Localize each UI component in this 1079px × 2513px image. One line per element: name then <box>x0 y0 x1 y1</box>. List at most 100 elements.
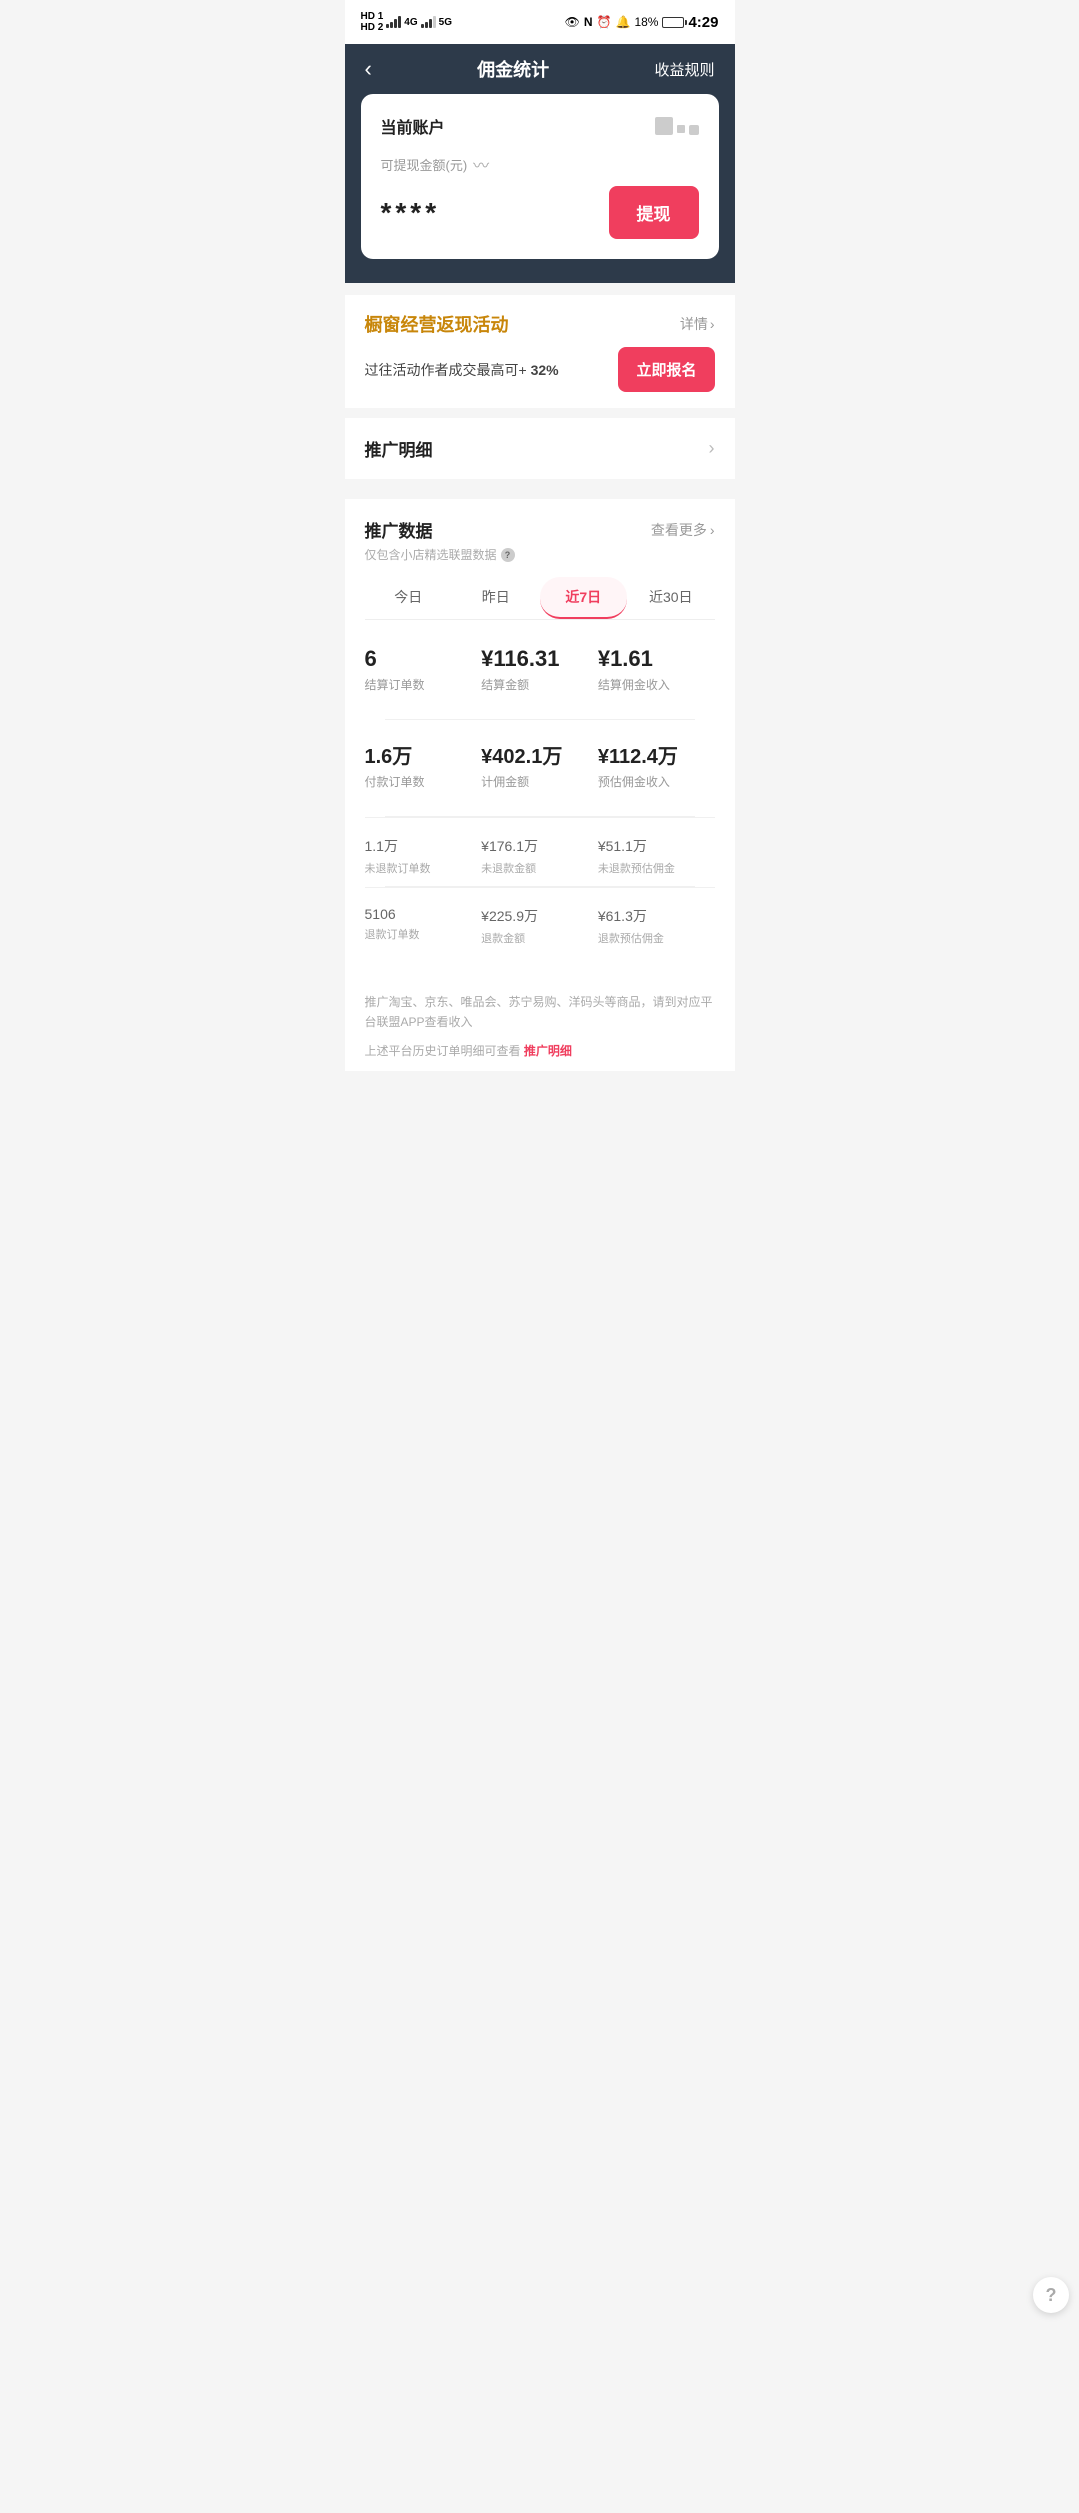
stats-row-2: 1.6万 付款订单数 ¥402.1万 计佣金额 ¥112.4万 预估佣金收入 <box>365 730 715 806</box>
n-icon: N <box>584 15 593 29</box>
promo-detail-link[interactable]: 详情 › <box>680 314 715 334</box>
tab-7days[interactable]: 近7日 <box>540 577 628 619</box>
promotion-detail-label: 推广明细 <box>365 436 433 461</box>
divider-1 <box>345 408 735 418</box>
data-more-link[interactable]: 查看更多 › <box>651 520 715 540</box>
status-right: 👁 N ⏰ 🔔 18% 4:29 <box>565 14 719 31</box>
stat-value-refund-amount: ¥225.9万 <box>481 906 598 926</box>
stat-label-settlement-commission: 结算佣金收入 <box>598 676 715 693</box>
chevron-right-icon-data: › <box>710 522 715 538</box>
float-help-button[interactable]: ? <box>1033 2277 1069 2313</box>
stat-value-refund-orders: 5106 <box>365 906 482 922</box>
data-section: 推广数据 查看更多 › 仅包含小店精选联盟数据 ? 今日 昨日 近7日 近30日… <box>345 499 735 976</box>
footer-note: 推广淘宝、京东、唯品会、苏宁易购、洋码头等商品，请到对应平台联盟APP查看收入 … <box>345 976 735 1071</box>
account-header: 当前账户 <box>381 114 699 138</box>
stat-refund-orders: 5106 退款订单数 <box>365 896 482 956</box>
stat-label-no-refund-commission: 未退款预估佣金 <box>598 860 715 876</box>
footer-text: 推广淘宝、京东、唯品会、苏宁易购、洋码头等商品，请到对应平台联盟APP查看收入 <box>365 992 715 1033</box>
footer-link-row: 上述平台历史订单明细可查看 推广明细 <box>365 1041 715 1061</box>
stats-row-1: 6 结算订单数 ¥116.31 结算金额 ¥1.61 结算佣金收入 <box>365 636 715 709</box>
status-left: HD 1HD 2 4G 5G <box>361 11 452 33</box>
signup-button[interactable]: 立即报名 <box>618 347 714 392</box>
stat-label-no-refund-amount: 未退款金额 <box>481 860 598 876</box>
data-header: 推广数据 查看更多 › <box>365 517 715 542</box>
stat-label-settlement-amount: 结算金额 <box>481 676 598 693</box>
footer-promotion-link[interactable]: 推广明细 <box>524 1044 572 1058</box>
avatar-icon2 <box>689 125 699 135</box>
stat-value-no-refund-amount: ¥176.1万 <box>481 836 598 856</box>
alarm-icon: ⏰ <box>597 15 612 29</box>
stats-row-3: 1.1万 未退款订单数 ¥176.1万 未退款金额 ¥51.1万 未退款预估佣金 <box>365 817 715 886</box>
avatar-dot <box>677 125 685 133</box>
signal-5g <box>421 16 436 28</box>
4g-label: 4G <box>404 17 417 28</box>
promo-desc: 过往活动作者成交最高可+ 32% <box>365 360 559 380</box>
stat-value-settlement-orders: 6 <box>365 646 482 672</box>
stat-value-payment-orders: 1.6万 <box>365 740 482 769</box>
stat-value-settlement-commission: ¥1.61 <box>598 646 715 672</box>
nav-bar: ‹ 佣金统计 收益规则 <box>345 44 735 94</box>
status-time: 4:29 <box>688 14 718 31</box>
stat-settlement-amount: ¥116.31 结算金额 <box>481 636 598 709</box>
stat-label-payment-orders: 付款订单数 <box>365 773 482 790</box>
stat-label-refund-orders: 退款订单数 <box>365 926 482 942</box>
stat-label-refund-amount: 退款金额 <box>481 930 598 946</box>
date-tabs: 今日 昨日 近7日 近30日 <box>365 577 715 620</box>
battery-icon <box>662 17 684 28</box>
hd-label: HD 1HD 2 <box>361 11 384 33</box>
stats-row-4: 5106 退款订单数 ¥225.9万 退款金额 ¥61.3万 退款预估佣金 <box>365 887 715 956</box>
stat-no-refund-commission: ¥51.1万 未退款预估佣金 <box>598 826 715 886</box>
stat-value-no-refund-commission: ¥51.1万 <box>598 836 715 856</box>
back-button[interactable]: ‹ <box>365 56 372 82</box>
stat-value-settlement-amount: ¥116.31 <box>481 646 598 672</box>
tab-30days[interactable]: 近30日 <box>627 577 715 619</box>
tab-yesterday[interactable]: 昨日 <box>452 577 540 619</box>
eye-status-icon: 👁 <box>565 15 580 29</box>
stat-value-no-refund-orders: 1.1万 <box>365 836 482 856</box>
stat-value-estimated-commission: ¥112.4万 <box>598 740 715 769</box>
stat-payment-orders: 1.6万 付款订单数 <box>365 730 482 806</box>
account-section: 当前账户 可提现金额(元) 〰 **** 提现 <box>345 94 735 283</box>
tab-today[interactable]: 今日 <box>365 577 453 619</box>
stat-refund-amount: ¥225.9万 退款金额 <box>481 896 598 956</box>
stats-divider-1 <box>385 719 695 720</box>
help-icon[interactable]: ? <box>501 548 515 562</box>
promo-header: 橱窗经营返现活动 详情 › <box>365 311 715 337</box>
hide-balance-icon[interactable]: 〰 <box>473 152 489 176</box>
promo-card: 橱窗经营返现活动 详情 › 过往活动作者成交最高可+ 32% 立即报名 <box>345 295 735 408</box>
chevron-right-icon: › <box>710 316 715 332</box>
stat-label-commission-amount: 计佣金额 <box>481 773 598 790</box>
avatar-icon <box>655 117 673 135</box>
earnings-rules-link[interactable]: 收益规则 <box>654 59 714 80</box>
balance-row: **** 提现 <box>381 186 699 239</box>
stat-refund-commission: ¥61.3万 退款预估佣金 <box>598 896 715 956</box>
battery-percent: 18% <box>634 15 658 29</box>
stat-no-refund-orders: 1.1万 未退款订单数 <box>365 826 482 886</box>
stat-estimated-commission: ¥112.4万 预估佣金收入 <box>598 730 715 806</box>
status-bar: HD 1HD 2 4G 5G 👁 N ⏰ 🔔 18% 4:29 <box>345 0 735 44</box>
stat-no-refund-amount: ¥176.1万 未退款金额 <box>481 826 598 886</box>
withdraw-button[interactable]: 提现 <box>609 186 699 239</box>
signal-4g <box>386 16 401 28</box>
data-sub-label: 仅包含小店精选联盟数据 ? <box>365 546 715 563</box>
stat-value-refund-commission: ¥61.3万 <box>598 906 715 926</box>
5g-label: 5G <box>439 17 452 28</box>
bottom-spacer <box>365 956 715 976</box>
balance-value: **** <box>381 197 441 229</box>
chevron-right-icon-promo: › <box>709 438 715 459</box>
page-title: 佣金统计 <box>477 56 549 82</box>
divider-2 <box>345 479 735 489</box>
stat-label-settlement-orders: 结算订单数 <box>365 676 482 693</box>
stat-label-estimated-commission: 预估佣金收入 <box>598 773 715 790</box>
promo-body: 过往活动作者成交最高可+ 32% 立即报名 <box>365 347 715 392</box>
stat-value-commission-amount: ¥402.1万 <box>481 740 598 769</box>
stat-settlement-orders: 6 结算订单数 <box>365 636 482 709</box>
data-title: 推广数据 <box>365 517 433 542</box>
account-avatar <box>655 117 699 135</box>
balance-label: 可提现金额(元) 〰 <box>381 152 699 176</box>
account-card: 当前账户 可提现金额(元) 〰 **** 提现 <box>361 94 719 259</box>
stat-label-no-refund-orders: 未退款订单数 <box>365 860 482 876</box>
promo-title: 橱窗经营返现活动 <box>365 311 509 337</box>
promotion-detail-row[interactable]: 推广明细 › <box>345 418 735 479</box>
stat-settlement-commission: ¥1.61 结算佣金收入 <box>598 636 715 709</box>
